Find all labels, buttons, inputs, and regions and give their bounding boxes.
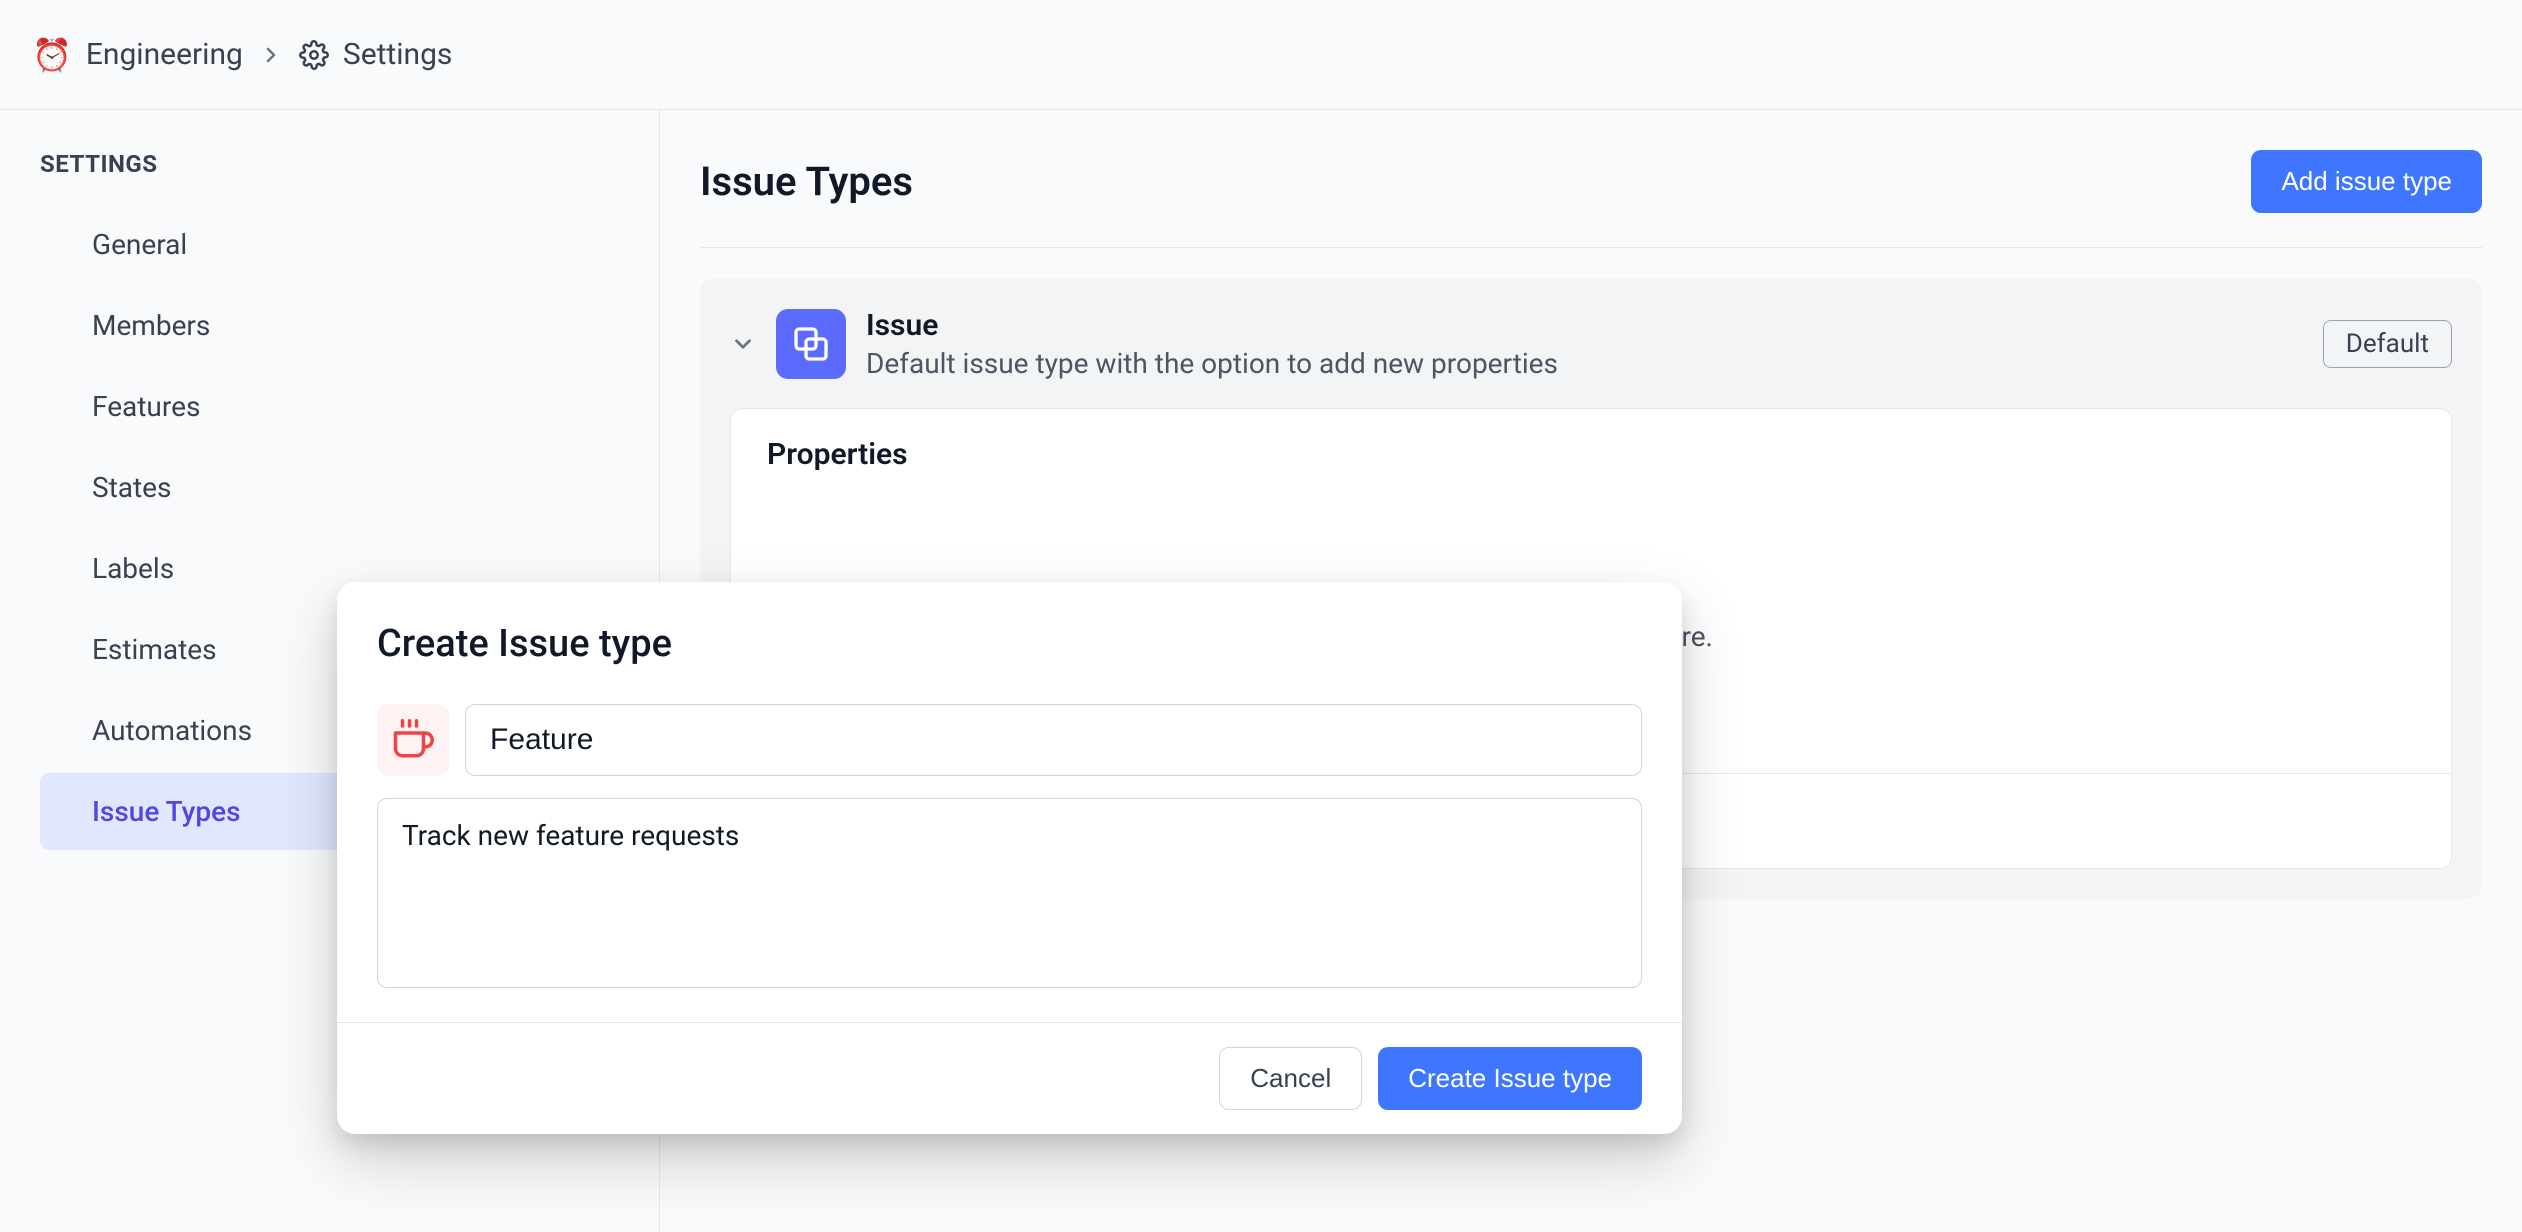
coffee-icon [392,719,434,761]
create-issue-type-button[interactable]: Create Issue type [1378,1047,1642,1110]
create-issue-type-modal: Create Issue type Cancel Create Issue ty… [337,582,1682,1134]
issue-type-icon-picker[interactable] [377,704,449,776]
issue-type-name-input[interactable] [465,704,1642,776]
cancel-button[interactable]: Cancel [1219,1047,1362,1110]
modal-overlay[interactable]: Create Issue type Cancel Create Issue ty… [0,0,2522,1232]
modal-title: Create Issue type [377,622,1642,666]
modal-footer: Cancel Create Issue type [337,1022,1682,1134]
issue-type-description-input[interactable] [377,798,1642,988]
